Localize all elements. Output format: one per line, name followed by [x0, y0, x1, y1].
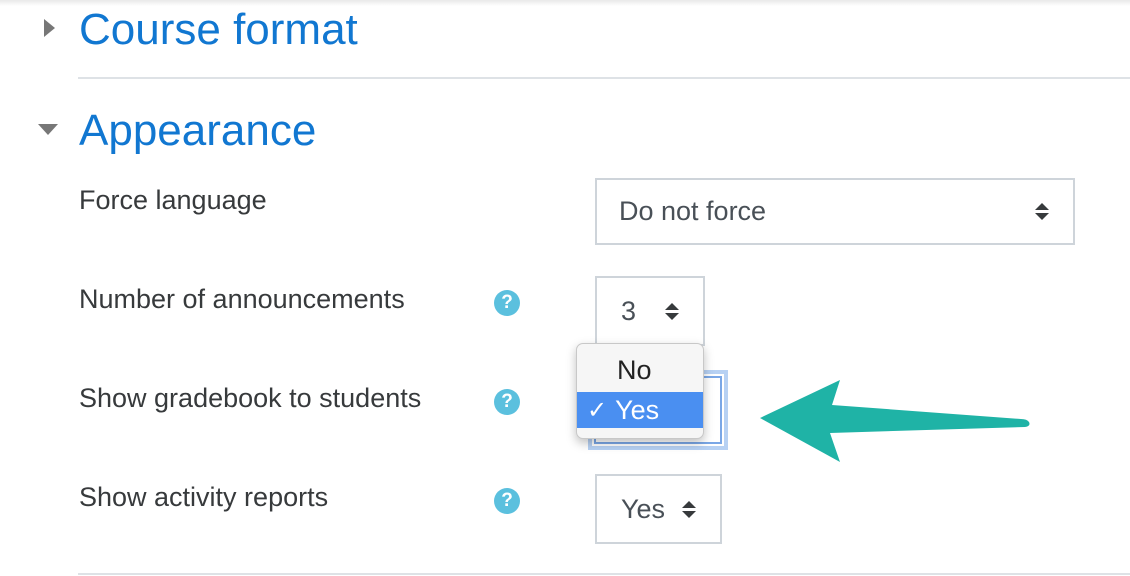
section-divider	[78, 77, 1130, 79]
checkmark-icon: ✓	[587, 396, 608, 424]
gradebook-dropdown-menu[interactable]: No ✓ Yes	[576, 343, 704, 439]
section-title-course-format[interactable]: Course format	[79, 5, 358, 55]
help-icon[interactable]: ?	[494, 389, 520, 415]
announcements-select[interactable]: 3	[595, 276, 705, 346]
gradebook-label: Show gradebook to students	[79, 383, 422, 413]
section-divider	[78, 573, 1130, 575]
option-label: No	[617, 354, 652, 385]
activity-reports-select[interactable]: Yes	[595, 474, 722, 544]
help-icon[interactable]: ?	[494, 488, 520, 514]
announcements-label: Number of announcements	[79, 284, 405, 314]
chevron-down-icon[interactable]	[38, 124, 58, 135]
dropdown-option-no[interactable]: No	[577, 352, 703, 388]
force-language-select[interactable]: Do not force	[595, 178, 1075, 245]
option-label: Yes	[615, 394, 660, 425]
dropdown-option-yes[interactable]: ✓ Yes	[577, 392, 703, 428]
announcements-value: 3	[621, 295, 637, 326]
activity-reports-label: Show activity reports	[79, 482, 329, 512]
chevron-right-icon[interactable]	[44, 19, 55, 37]
activity-reports-value: Yes	[621, 493, 666, 524]
force-language-label: Force language	[79, 185, 267, 215]
force-language-value: Do not force	[619, 196, 767, 226]
select-arrows-icon	[1035, 203, 1049, 220]
annotation-arrow-icon	[760, 380, 1030, 462]
select-arrows-icon	[665, 302, 679, 320]
section-title-appearance[interactable]: Appearance	[79, 106, 316, 156]
help-icon[interactable]: ?	[494, 290, 520, 316]
select-arrows-icon	[682, 500, 696, 518]
